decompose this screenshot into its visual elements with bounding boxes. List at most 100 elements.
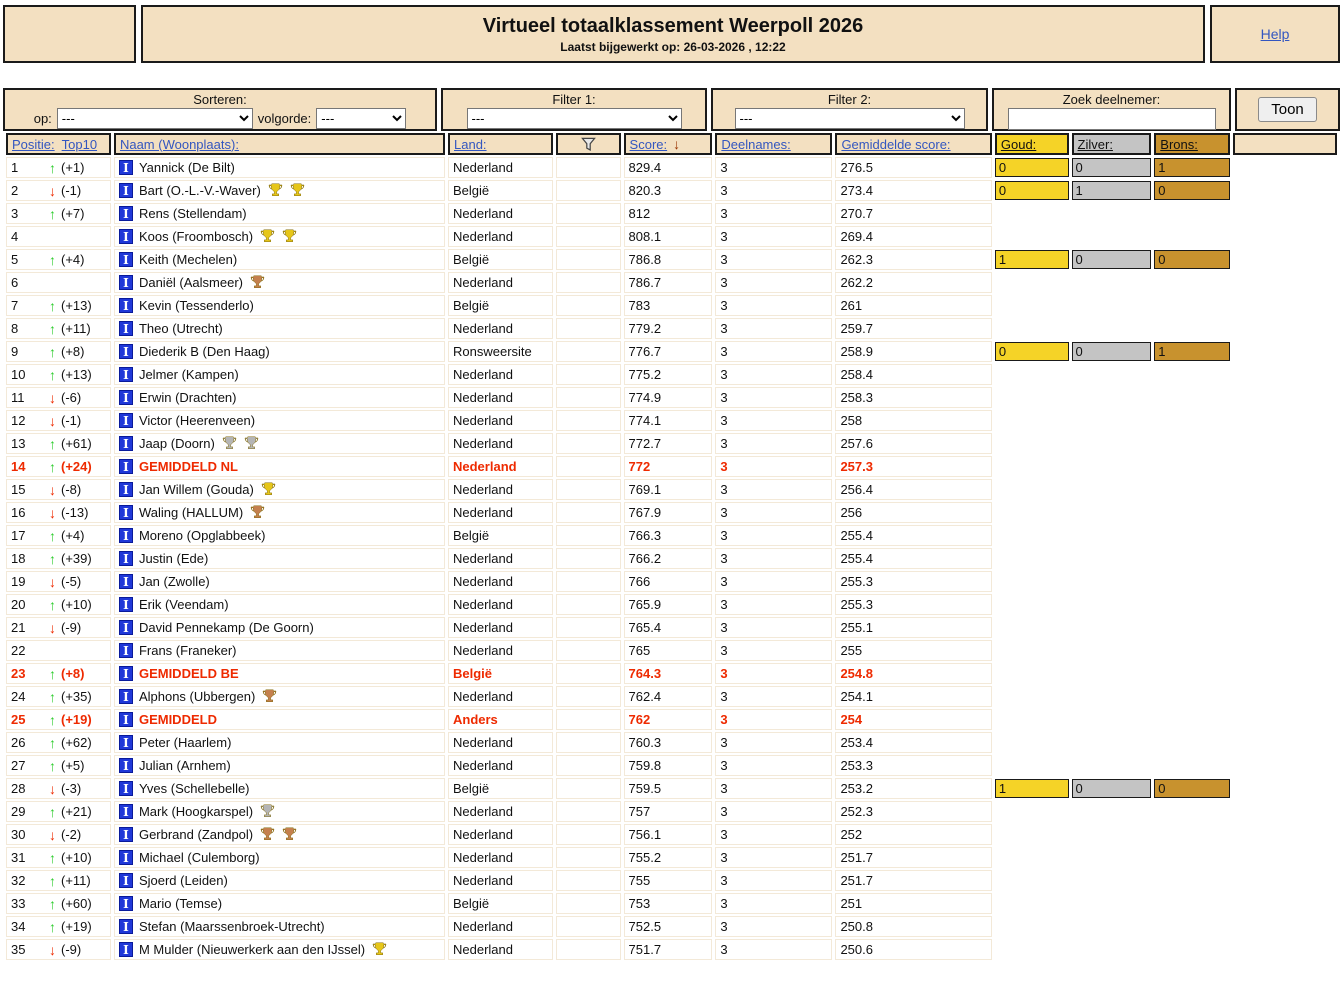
participant-stats-icon[interactable]: I — [118, 781, 133, 797]
top10-link[interactable]: Top10 — [62, 137, 97, 152]
header-land-cell: Land: — [448, 133, 553, 156]
funnel-body-cell — [555, 456, 621, 478]
participant-stats-icon[interactable]: I — [118, 850, 133, 866]
participant-stats-icon[interactable]: I — [118, 390, 133, 406]
gemiddelde-cell: 251.7 — [835, 870, 992, 892]
participant-stats-icon[interactable]: I — [118, 574, 133, 590]
rank-change-value: (-9) — [61, 942, 82, 958]
participant-stats-icon[interactable]: I — [118, 712, 133, 728]
participant-stats-icon[interactable]: I — [118, 758, 133, 774]
positie-cell: 15 ↓ (-8) — [6, 479, 111, 501]
search-input[interactable] — [1007, 108, 1216, 130]
participant-name: David Pennekamp (De Goorn) — [138, 620, 314, 636]
naam-sort-link[interactable]: Naam (Woonplaats): — [120, 137, 239, 152]
land-cell: Nederland — [448, 755, 553, 777]
participant-stats-icon[interactable]: I — [118, 160, 133, 176]
filter1-select[interactable]: --- — [466, 108, 682, 129]
goud-count-box: 1 — [994, 779, 1069, 799]
participant-stats-icon[interactable]: I — [118, 666, 133, 682]
brons-sort-link[interactable]: Brons: — [1160, 137, 1198, 152]
participant-stats-icon[interactable]: I — [118, 827, 133, 843]
participant-stats-icon[interactable]: I — [118, 298, 133, 314]
participant-stats-icon[interactable]: I — [118, 735, 133, 751]
deelnames-cell: 3 — [715, 502, 833, 524]
gemiddelde-sort-link[interactable]: Gemiddelde score: — [841, 137, 950, 152]
zilver-cell — [1071, 410, 1152, 432]
positie-cell: 26 ↑ (+62) — [6, 732, 111, 754]
goud-cell — [994, 939, 1069, 961]
gemiddelde-cell: 256 — [835, 502, 992, 524]
funnel-body-cell — [555, 203, 621, 225]
participant-stats-icon[interactable]: I — [118, 459, 133, 475]
participant-stats-icon[interactable]: I — [118, 689, 133, 705]
participant-stats-icon[interactable]: I — [118, 252, 133, 268]
participant-stats-icon[interactable]: I — [118, 528, 133, 544]
participant-name: Kevin (Tessenderlo) — [138, 298, 254, 314]
participant-stats-icon[interactable]: I — [118, 505, 133, 521]
brons-count-box: 0 — [1154, 250, 1230, 270]
brons-cell — [1154, 410, 1230, 432]
deelnames-cell: 3 — [715, 548, 833, 570]
land-cell: Ronsweersite — [448, 341, 553, 363]
gemiddelde-cell: 254.1 — [835, 686, 992, 708]
position-number: 1 — [11, 160, 19, 176]
funnel-body-cell — [555, 157, 621, 179]
zilver-sort-link[interactable]: Zilver: — [1078, 137, 1113, 152]
naam-cell: I Jan Willem (Gouda) — [113, 479, 445, 501]
participant-stats-icon[interactable]: I — [118, 620, 133, 636]
participant-stats-icon[interactable]: I — [118, 597, 133, 613]
sort-order-select[interactable]: --- — [316, 108, 407, 129]
land-cell: Nederland — [448, 502, 553, 524]
brons-cell — [1154, 640, 1230, 662]
gemiddelde-cell: 258.9 — [835, 341, 992, 363]
rank-down-icon: ↓ — [49, 941, 56, 958]
deelnames-cell: 3 — [715, 364, 833, 386]
score-sort-link[interactable]: Score: — [630, 137, 668, 152]
participant-stats-icon[interactable]: I — [118, 942, 133, 958]
rank-up-icon: ↑ — [49, 895, 56, 912]
positie-sort-link[interactable]: Positie: — [12, 137, 55, 152]
help-box: Help — [1210, 5, 1340, 63]
participant-stats-icon[interactable]: I — [118, 896, 133, 912]
goud-cell — [994, 410, 1069, 432]
position-number: 11 — [11, 390, 25, 406]
participant-stats-icon[interactable]: I — [118, 367, 133, 383]
filter2-select[interactable]: --- — [734, 108, 965, 129]
header-brons-cell: Brons: — [1154, 133, 1230, 156]
positie-cell: 6 — [6, 272, 111, 294]
naam-cell: I GEMIDDELD NL — [113, 456, 445, 478]
participant-stats-icon[interactable]: I — [118, 321, 133, 337]
score-cell: 775.2 — [623, 364, 713, 386]
participant-stats-icon[interactable]: I — [118, 436, 133, 452]
position-number: 12 — [11, 413, 26, 429]
leaderboard-row: 20 ↑ (+10) I Erik (Veendam) Nederland 765.9 3 25… — [6, 594, 1337, 616]
participant-stats-icon[interactable]: I — [118, 482, 133, 498]
participant-stats-icon[interactable]: I — [118, 413, 133, 429]
participant-stats-icon[interactable]: I — [118, 551, 133, 567]
participant-stats-icon[interactable]: I — [118, 344, 133, 360]
rank-up-icon: ↑ — [49, 550, 56, 567]
help-link[interactable]: Help — [1261, 26, 1290, 42]
participant-stats-icon[interactable]: I — [118, 873, 133, 889]
score-cell: 766 — [623, 571, 713, 593]
participant-stats-icon[interactable]: I — [118, 919, 133, 935]
participant-stats-icon[interactable]: I — [118, 229, 133, 245]
brons-cell: 0 — [1154, 180, 1230, 202]
participant-stats-icon[interactable]: I — [118, 804, 133, 820]
participant-stats-icon[interactable]: I — [118, 643, 133, 659]
land-sort-link[interactable]: Land: — [454, 137, 487, 152]
participant-stats-icon[interactable]: I — [118, 183, 133, 199]
deelnames-sort-link[interactable]: Deelnames: — [721, 137, 790, 152]
goud-sort-link[interactable]: Goud: — [1001, 137, 1036, 152]
brons-cell — [1154, 893, 1230, 915]
gold-trophy-icon — [289, 183, 305, 198]
participant-stats-icon[interactable]: I — [118, 275, 133, 291]
sort-field-select[interactable]: --- — [56, 108, 253, 129]
rank-up-icon: ↑ — [49, 251, 56, 268]
filter-funnel-icon[interactable] — [580, 137, 596, 152]
row-end-spacer — [1232, 295, 1337, 317]
leaderboard-row: 21 ↓ (-9) I David Pennekamp (De Goorn) Nederl… — [6, 617, 1337, 639]
deelnames-cell: 3 — [715, 709, 833, 731]
participant-stats-icon[interactable]: I — [118, 206, 133, 222]
show-button[interactable]: Toon — [1258, 97, 1317, 122]
